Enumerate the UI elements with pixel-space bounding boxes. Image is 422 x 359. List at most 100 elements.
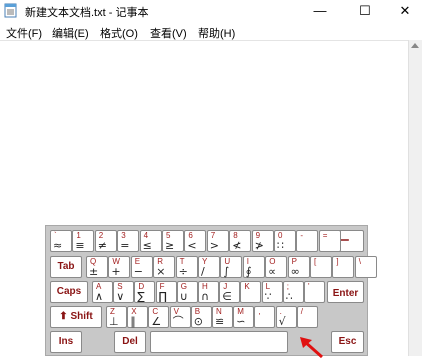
symbol-key[interactable]: P ∞ <box>287 256 310 278</box>
key-letter: / <box>300 307 304 316</box>
symbol-key[interactable]: . √ <box>275 306 297 328</box>
symbol-key[interactable]: N ≌ <box>212 306 233 328</box>
menu-help[interactable]: 帮助(H) <box>198 25 235 41</box>
key-symbol: ∪ <box>179 290 188 303</box>
key-symbol: ∞ <box>290 265 300 278</box>
key-symbol: ⌒ <box>172 315 184 328</box>
symbol-key[interactable]: C ∠ <box>148 306 170 328</box>
key-symbol: = <box>120 239 130 252</box>
key-symbol: ≥ <box>165 239 175 252</box>
symbol-key[interactable]: I ∮ <box>242 256 265 278</box>
window-title: 新建文本文档.txt - 记事本 <box>25 7 149 19</box>
menu-file[interactable]: 文件(F) <box>6 25 42 41</box>
symbol-key[interactable]: ` ≈ <box>50 230 72 252</box>
key-symbol: ∽ <box>236 315 246 328</box>
symbol-key[interactable]: G ∪ <box>176 281 198 303</box>
symbol-key[interactable]: J ∈ <box>219 281 241 303</box>
key-letter: - <box>300 231 304 240</box>
symbol-key[interactable]: M ∽ <box>233 306 255 328</box>
symbol-key[interactable]: ; ∴ <box>282 281 304 303</box>
symbol-key[interactable]: / <box>296 306 318 328</box>
symbol-key[interactable]: X ∥ <box>127 306 149 328</box>
tab-key[interactable]: Tab <box>50 256 82 278</box>
key-letter: [ <box>314 257 317 266</box>
symbol-key[interactable]: 7 > <box>206 230 229 252</box>
shift-arrow-icon: ⬆ <box>59 311 71 322</box>
symbol-key[interactable]: R × <box>153 256 176 278</box>
key-symbol: ∥ <box>130 315 136 328</box>
symbol-key[interactable]: - <box>296 230 319 252</box>
symbol-key[interactable]: Z ⊥ <box>106 306 127 328</box>
key-symbol: ∧ <box>95 290 104 303</box>
symbol-key[interactable]: V ⌒ <box>169 306 191 328</box>
symbol-key[interactable]: A ∧ <box>92 281 113 303</box>
key-symbol: ≯ <box>254 239 264 252</box>
symbol-key[interactable]: [ <box>310 256 332 278</box>
key-symbol: ⊥ <box>109 315 119 328</box>
symbol-key[interactable]: 4 ≤ <box>139 230 162 252</box>
esc-key[interactable]: Esc <box>331 331 364 353</box>
symbol-key[interactable]: F ∏ <box>155 281 177 303</box>
key-symbol: √ <box>278 315 286 328</box>
enter-key[interactable]: Enter <box>327 281 364 303</box>
symbol-key[interactable]: 9 ≯ <box>251 230 274 252</box>
symbol-key[interactable]: Y / <box>198 256 220 278</box>
key-symbol: ∷ <box>277 239 284 252</box>
vertical-scrollbar[interactable] <box>408 40 422 356</box>
symbol-key[interactable]: 6 < <box>184 230 207 252</box>
symbol-key[interactable]: 1 ≡ <box>72 230 95 252</box>
symbol-key[interactable]: W + <box>108 256 131 278</box>
symbol-key[interactable]: = <box>318 230 341 252</box>
minimize-button[interactable]: — <box>303 0 337 22</box>
key-letter: ] <box>336 257 339 266</box>
symbol-key[interactable]: K <box>240 281 262 303</box>
key-symbol: ≌ <box>215 315 225 328</box>
symbol-key[interactable]: E − <box>130 256 153 278</box>
symbol-key[interactable]: T ÷ <box>175 256 198 278</box>
symbol-key[interactable]: L ∵ <box>261 281 283 303</box>
symbol-key[interactable]: 2 ≠ <box>94 230 117 252</box>
key-symbol: > <box>209 239 220 252</box>
space-key[interactable] <box>150 331 288 353</box>
symbol-key[interactable]: 5 ≥ <box>162 230 184 252</box>
symbol-key[interactable]: \ <box>354 256 377 278</box>
maximize-button[interactable]: ☐ <box>348 0 382 22</box>
symbol-key[interactable]: ] <box>332 256 355 278</box>
symbol-key[interactable]: Q ± <box>86 256 108 278</box>
symbol-key[interactable]: 0 ∷ <box>274 230 296 252</box>
caps-key[interactable]: Caps <box>50 281 88 303</box>
key-symbol: ∩ <box>201 290 210 303</box>
key-symbol: ∨ <box>116 290 125 303</box>
key-letter: K <box>244 282 250 291</box>
key-letter: ' <box>308 282 310 291</box>
key-symbol: ≈ <box>53 239 63 252</box>
symbol-key[interactable]: 8 ≮ <box>229 230 252 252</box>
ins-key[interactable]: Ins <box>50 331 82 353</box>
menu-edit[interactable]: 编辑(E) <box>52 25 89 41</box>
del-key[interactable]: Del <box>114 331 146 353</box>
menu-format[interactable]: 格式(O) <box>100 25 138 41</box>
symbol-key[interactable]: H ∩ <box>198 281 219 303</box>
symbol-key[interactable]: , <box>254 306 276 328</box>
symbol-key[interactable]: B ⊙ <box>190 306 212 328</box>
symbol-key[interactable]: D ∑ <box>134 281 156 303</box>
key-symbol: ≡ <box>75 239 85 252</box>
menu-view[interactable]: 查看(V) <box>150 25 187 41</box>
notepad-icon <box>4 3 17 18</box>
close-button[interactable]: ✕ <box>388 0 422 22</box>
symbol-key[interactable]: S ∨ <box>113 281 135 303</box>
scroll-up-icon[interactable] <box>411 43 419 48</box>
key-symbol: < <box>187 239 197 252</box>
shift-key[interactable]: ⬆ Shift <box>50 306 102 328</box>
key-symbol: ∏ <box>158 290 167 303</box>
key-letter: , <box>258 307 261 316</box>
symbol-key[interactable]: U ∫ <box>220 256 243 278</box>
key-symbol: ∈ <box>222 290 232 303</box>
key-symbol: ≠ <box>97 239 108 252</box>
symbol-key[interactable]: O ∝ <box>265 256 288 278</box>
key-symbol: ⊙ <box>193 315 204 328</box>
menu-bar: 文件(F) 编辑(E) 格式(O) 查看(V) 帮助(H) <box>0 22 422 40</box>
key-symbol: + <box>111 265 121 278</box>
symbol-key[interactable]: 3 = <box>117 230 140 252</box>
symbol-key[interactable]: ' <box>304 281 325 303</box>
